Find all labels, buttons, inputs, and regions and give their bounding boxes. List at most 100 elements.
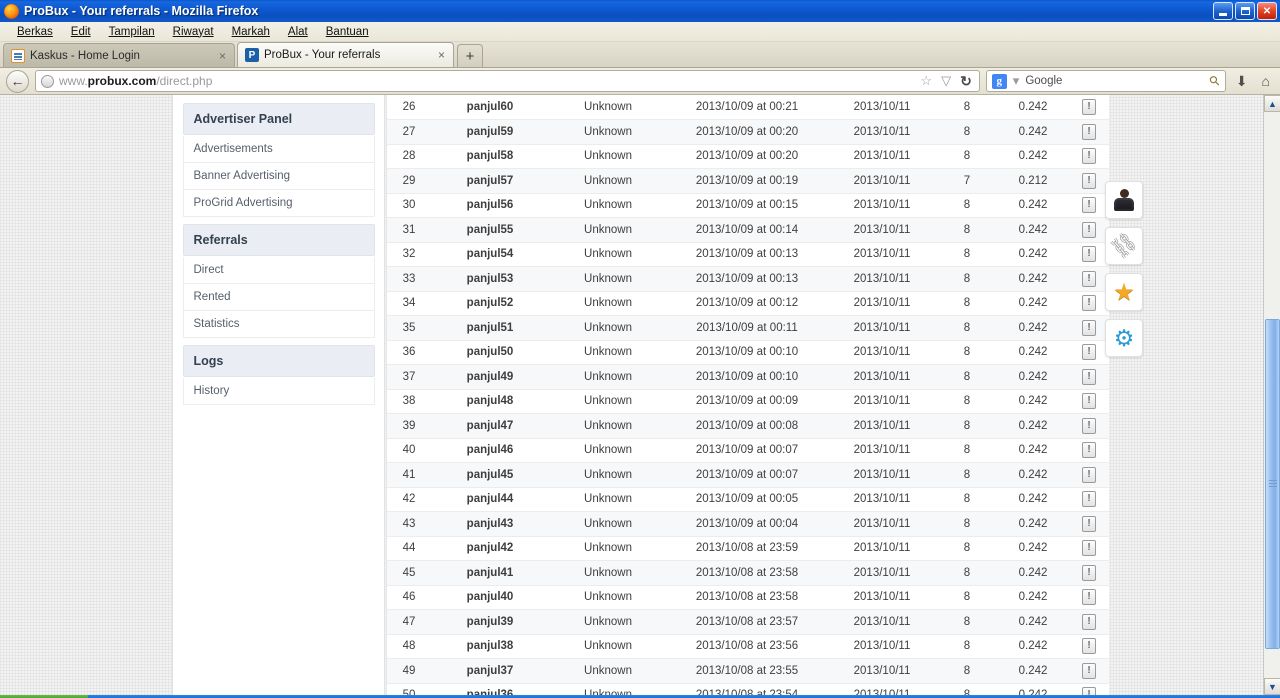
- row-username[interactable]: panjul50: [431, 340, 549, 365]
- row-username[interactable]: panjul54: [431, 242, 549, 267]
- download-icon[interactable]: ⬇: [1232, 73, 1252, 90]
- info-icon[interactable]: !: [1082, 491, 1096, 508]
- sidebar-item-statistics[interactable]: Statistics: [182, 311, 375, 338]
- info-icon[interactable]: !: [1082, 148, 1096, 165]
- info-icon[interactable]: !: [1082, 270, 1096, 287]
- info-icon[interactable]: !: [1082, 515, 1096, 532]
- info-icon[interactable]: !: [1082, 295, 1096, 312]
- table-row[interactable]: 44 panjul42 Unknown 2013/10/08 at 23:59 2013…: [387, 536, 1109, 561]
- row-username[interactable]: panjul52: [431, 291, 549, 316]
- new-tab-button[interactable]: +: [457, 44, 483, 67]
- info-icon[interactable]: !: [1082, 662, 1096, 679]
- table-row[interactable]: 27 panjul59 Unknown 2013/10/09 at 00:20 2013…: [387, 119, 1109, 145]
- table-row[interactable]: 47 panjul39 Unknown 2013/10/08 at 23:57 2013…: [387, 609, 1109, 635]
- table-row[interactable]: 45 panjul41 Unknown 2013/10/08 at 23:58 2013…: [387, 560, 1109, 586]
- search-bar[interactable]: g ▾ Google ⚲: [985, 70, 1226, 92]
- row-username[interactable]: panjul38: [431, 634, 549, 659]
- info-icon[interactable]: !: [1082, 687, 1096, 695]
- row-username[interactable]: panjul43: [431, 511, 549, 537]
- info-icon[interactable]: !: [1082, 589, 1096, 606]
- account-button[interactable]: [1105, 181, 1143, 219]
- info-icon[interactable]: !: [1082, 540, 1096, 557]
- row-username[interactable]: panjul39: [431, 609, 549, 635]
- maximize-button[interactable]: [1235, 2, 1255, 20]
- scroll-down-arrow-icon[interactable]: ▼: [1264, 678, 1280, 695]
- table-row[interactable]: 48 panjul38 Unknown 2013/10/08 at 23:56 2013…: [387, 634, 1109, 659]
- row-username[interactable]: panjul48: [431, 389, 549, 414]
- sidebar-item-progrid-advertising[interactable]: ProGrid Advertising: [182, 190, 375, 217]
- sidebar-item-advertisements[interactable]: Advertisements: [182, 136, 375, 163]
- vertical-scrollbar[interactable]: ▲ ▼: [1263, 95, 1280, 695]
- table-row[interactable]: 26 panjul60 Unknown 2013/10/09 at 00:21 2013…: [387, 95, 1109, 120]
- favorites-button[interactable]: ★: [1105, 273, 1143, 311]
- bookmark-star-icon[interactable]: ☆: [918, 73, 934, 89]
- minimize-button[interactable]: [1213, 2, 1233, 20]
- tab-kaskus[interactable]: Kaskus - Home Login ×: [3, 43, 235, 67]
- scrollbar-thumb[interactable]: [1265, 319, 1280, 649]
- menu-item-bantuan[interactable]: Bantuan: [317, 24, 378, 40]
- search-icon[interactable]: ⚲: [1206, 72, 1224, 90]
- table-row[interactable]: 28 panjul58 Unknown 2013/10/09 at 00:20 2013…: [387, 144, 1109, 169]
- table-row[interactable]: 41 panjul45 Unknown 2013/10/09 at 00:07 2013…: [387, 462, 1109, 488]
- menu-item-riwayat[interactable]: Riwayat: [164, 24, 223, 40]
- info-icon[interactable]: !: [1082, 172, 1096, 189]
- row-username[interactable]: panjul41: [431, 560, 549, 586]
- sidebar-item-rented[interactable]: Rented: [182, 284, 375, 311]
- reload-icon[interactable]: ↻: [958, 73, 974, 90]
- close-button[interactable]: ✕: [1257, 2, 1277, 20]
- row-username[interactable]: panjul51: [431, 315, 549, 341]
- table-row[interactable]: 46 panjul40 Unknown 2013/10/08 at 23:58 2013…: [387, 585, 1109, 610]
- sidebar-item-history[interactable]: History: [182, 378, 375, 405]
- table-row[interactable]: 38 panjul48 Unknown 2013/10/09 at 00:09 2013…: [387, 389, 1109, 414]
- referral-link-button[interactable]: ⛓: [1105, 227, 1143, 265]
- row-username[interactable]: panjul49: [431, 364, 549, 390]
- table-row[interactable]: 39 panjul47 Unknown 2013/10/09 at 00:08 2013…: [387, 413, 1109, 439]
- table-row[interactable]: 30 panjul56 Unknown 2013/10/09 at 00:15 2013…: [387, 193, 1109, 218]
- row-username[interactable]: panjul46: [431, 438, 549, 463]
- chevron-down-icon[interactable]: ▽: [939, 73, 953, 89]
- info-icon[interactable]: !: [1082, 344, 1096, 361]
- info-icon[interactable]: !: [1082, 221, 1096, 238]
- table-row[interactable]: 43 panjul43 Unknown 2013/10/09 at 00:04 2013…: [387, 511, 1109, 537]
- info-icon[interactable]: !: [1082, 368, 1096, 385]
- info-icon[interactable]: !: [1082, 123, 1096, 140]
- row-username[interactable]: panjul47: [431, 413, 549, 439]
- settings-button[interactable]: ⚙: [1105, 319, 1143, 357]
- table-row[interactable]: 49 panjul37 Unknown 2013/10/08 at 23:55 2013…: [387, 658, 1109, 684]
- info-icon[interactable]: !: [1082, 246, 1096, 263]
- info-icon[interactable]: !: [1082, 564, 1096, 581]
- sidebar-item-direct[interactable]: Direct: [182, 257, 375, 284]
- row-username[interactable]: panjul36: [431, 683, 549, 695]
- table-row[interactable]: 31 panjul55 Unknown 2013/10/09 at 00:14 2013…: [387, 217, 1109, 243]
- url-bar[interactable]: www.probux.com/direct.php ☆ ▽ ↻: [35, 70, 980, 92]
- home-icon[interactable]: ⌂: [1258, 73, 1274, 89]
- table-row[interactable]: 29 panjul57 Unknown 2013/10/09 at 00:19 2013…: [387, 168, 1109, 194]
- row-username[interactable]: panjul42: [431, 536, 549, 561]
- menu-item-berkas[interactable]: Berkas: [8, 24, 62, 40]
- menu-item-alat[interactable]: Alat: [279, 24, 317, 40]
- row-username[interactable]: panjul44: [431, 487, 549, 512]
- row-username[interactable]: panjul59: [431, 119, 549, 145]
- info-icon[interactable]: !: [1082, 613, 1096, 630]
- row-username[interactable]: panjul45: [431, 462, 549, 488]
- back-button[interactable]: ←: [6, 69, 29, 93]
- info-icon[interactable]: !: [1082, 442, 1096, 459]
- table-row[interactable]: 34 panjul52 Unknown 2013/10/09 at 00:12 2013…: [387, 291, 1109, 316]
- table-row[interactable]: 32 panjul54 Unknown 2013/10/09 at 00:13 2013…: [387, 242, 1109, 267]
- info-icon[interactable]: !: [1082, 417, 1096, 434]
- row-username[interactable]: panjul57: [431, 168, 549, 194]
- table-row[interactable]: 35 panjul51 Unknown 2013/10/09 at 00:11 2013…: [387, 315, 1109, 341]
- scroll-up-arrow-icon[interactable]: ▲: [1264, 95, 1280, 112]
- table-row[interactable]: 42 panjul44 Unknown 2013/10/09 at 00:05 2013…: [387, 487, 1109, 512]
- table-row[interactable]: 40 panjul46 Unknown 2013/10/09 at 00:07 2013…: [387, 438, 1109, 463]
- table-row[interactable]: 33 panjul53 Unknown 2013/10/09 at 00:13 2013…: [387, 266, 1109, 292]
- row-username[interactable]: panjul37: [431, 658, 549, 684]
- tab-close-icon[interactable]: ×: [213, 49, 226, 63]
- menu-item-edit[interactable]: Edit: [62, 24, 100, 40]
- table-row[interactable]: 50panjul36Unknown2013/10/08 at 23:542013…: [387, 683, 1109, 695]
- info-icon[interactable]: !: [1082, 99, 1096, 115]
- row-username[interactable]: panjul58: [431, 144, 549, 169]
- row-username[interactable]: panjul56: [431, 193, 549, 218]
- info-icon[interactable]: !: [1082, 466, 1096, 483]
- table-row[interactable]: 36 panjul50 Unknown 2013/10/09 at 00:10 2013…: [387, 340, 1109, 365]
